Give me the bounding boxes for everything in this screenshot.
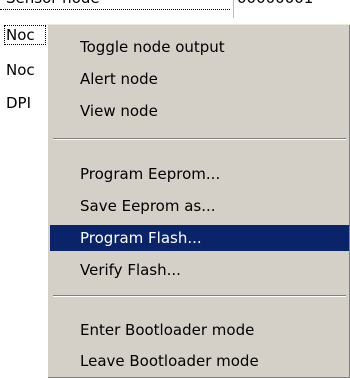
list-cell-value: 00000001 — [237, 0, 313, 9]
menu-item-toggle-node-output[interactable]: Toggle node output — [50, 34, 349, 60]
list-item[interactable]: DPI — [6, 92, 31, 114]
menu-item-program-eeprom[interactable]: Program Eeprom... — [50, 161, 349, 187]
menu-separator — [53, 138, 346, 140]
menu-item-leave-bootloader-mode[interactable]: Leave Bootloader mode — [50, 348, 349, 374]
menu-item-enter-bootloader-mode[interactable]: Enter Bootloader mode — [50, 317, 349, 343]
column-divider — [233, 0, 234, 18]
list-cell-name: Sensor node — [6, 0, 100, 9]
menu-separator — [53, 295, 346, 297]
menu-item-verify-flash[interactable]: Verify Flash... — [50, 257, 349, 283]
list-item[interactable]: Noc — [6, 59, 35, 81]
context-menu: Toggle node output Alert node View node … — [47, 24, 350, 378]
menu-item-program-flash[interactable]: Program Flash... — [50, 225, 349, 251]
menu-item-alert-node[interactable]: Alert node — [50, 66, 349, 92]
menu-item-view-node[interactable]: View node — [50, 98, 349, 124]
list-row-top[interactable]: Sensor node 00000001 — [0, 0, 340, 9]
list-item[interactable]: Noc — [6, 24, 35, 46]
menu-item-save-eeprom-as[interactable]: Save Eeprom as... — [50, 193, 349, 219]
row-focus-line — [0, 9, 230, 10]
